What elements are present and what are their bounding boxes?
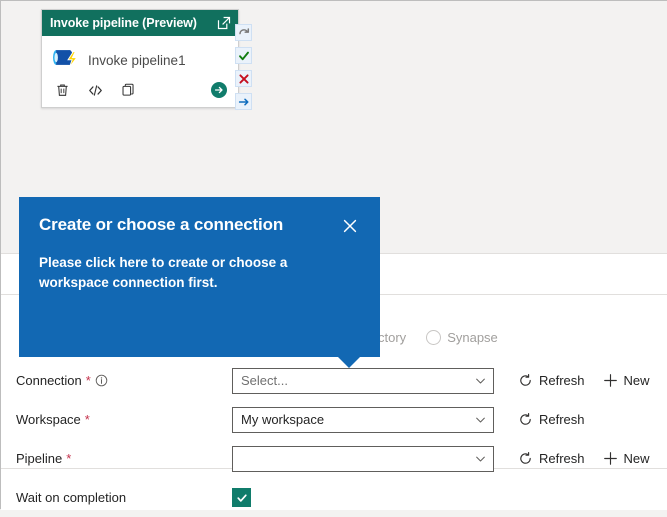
refresh-pipeline-button[interactable]: Refresh [518,451,585,466]
new-label: New [623,373,650,388]
radio-icon [426,329,442,345]
workspace-row-actions: Refresh [518,412,585,427]
wait-on-completion-checkbox[interactable] [232,488,251,507]
refresh-connection-button[interactable]: Refresh [518,373,585,388]
workspace-combobox[interactable]: My workspace [232,406,494,433]
new-label: New [623,451,650,466]
connection-row-actions: Refresh New [518,373,650,388]
callout-message: Please click here to create or choose a … [39,255,288,290]
pipeline-label-group: Pipeline * [16,451,232,466]
activity-card-actions [42,80,238,107]
on-fail-output-handle[interactable] [235,70,252,87]
info-icon[interactable] [95,374,108,387]
refresh-label: Refresh [539,412,585,427]
refresh-icon [520,374,531,386]
form-row-wait-on-completion: Wait on completion [1,478,667,517]
chevron-down-icon [476,456,485,462]
new-pipeline-button[interactable]: New [603,451,650,466]
workspace-label: Workspace [16,412,81,427]
connection-label-group: Connection * [16,373,232,388]
activity-card-header: Invoke pipeline (Preview) [42,10,238,36]
workspace-label-group: Workspace * [16,412,232,427]
refresh-label: Refresh [539,451,585,466]
on-success-output-handle[interactable] [235,47,252,64]
required-marker: * [85,373,91,388]
callout-beak [337,356,361,368]
copy-activity-button[interactable] [120,82,137,99]
refresh-icon [520,452,531,464]
callout-title: Create or choose a connection [39,215,284,234]
workspace-value: My workspace [241,412,325,427]
form-row-workspace: Workspace * My workspace Refresh [1,400,667,439]
on-completion-output-handle[interactable] [235,93,252,110]
pipeline-combobox[interactable] [232,445,494,472]
refresh-icon [520,413,531,425]
close-icon[interactable] [340,216,360,236]
connection-value: Select... [241,373,288,388]
plus-icon [603,374,617,387]
callout-header: Create or choose a connection [39,215,360,236]
engine-option-synapse[interactable]: Synapse [426,329,498,345]
pipeline-label: Pipeline [16,451,63,466]
engine-option-label: Synapse [447,329,498,345]
invoke-pipeline-activity-card[interactable]: Invoke pipeline (Preview) Invoke pipelin… [41,9,239,108]
refresh-workspace-button[interactable]: Refresh [518,412,585,427]
required-marker: * [84,412,90,427]
refresh-label: Refresh [539,373,585,388]
wait-on-completion-label: Wait on completion [16,490,127,505]
required-marker: * [66,451,72,466]
create-connection-callout: Create or choose a connection Please cli… [19,197,380,357]
wait-on-completion-label-group: Wait on completion [16,490,232,505]
activity-settings-form: Connection * Select... Refresh New Works… [1,361,667,517]
activity-type-label: Invoke pipeline (Preview) [50,16,197,30]
connection-combobox[interactable]: Select... [232,367,494,394]
app-window: Invoke pipeline (Preview) Invoke pipelin… [0,0,667,510]
run-arrow-icon[interactable] [210,81,228,99]
new-connection-button[interactable]: New [603,373,650,388]
delete-activity-button[interactable] [54,82,71,99]
pipeline-row-actions: Refresh New [518,451,650,466]
plus-icon [603,452,617,465]
activity-name-label: Invoke pipeline1 [88,53,186,68]
on-retry-output-handle[interactable] [235,24,252,41]
open-in-new-window-icon[interactable] [216,15,232,31]
connection-label: Connection [16,373,82,388]
checkmark-icon [236,493,247,502]
activity-output-handles [235,24,252,110]
activity-card-body: Invoke pipeline1 [42,36,238,80]
form-row-connection: Connection * Select... Refresh New [1,361,667,400]
view-code-button[interactable] [87,82,104,99]
form-row-pipeline: Pipeline * Refresh New [1,439,667,478]
chevron-down-icon [476,417,485,423]
invoke-pipeline-icon [50,46,80,75]
chevron-down-icon [476,378,485,384]
